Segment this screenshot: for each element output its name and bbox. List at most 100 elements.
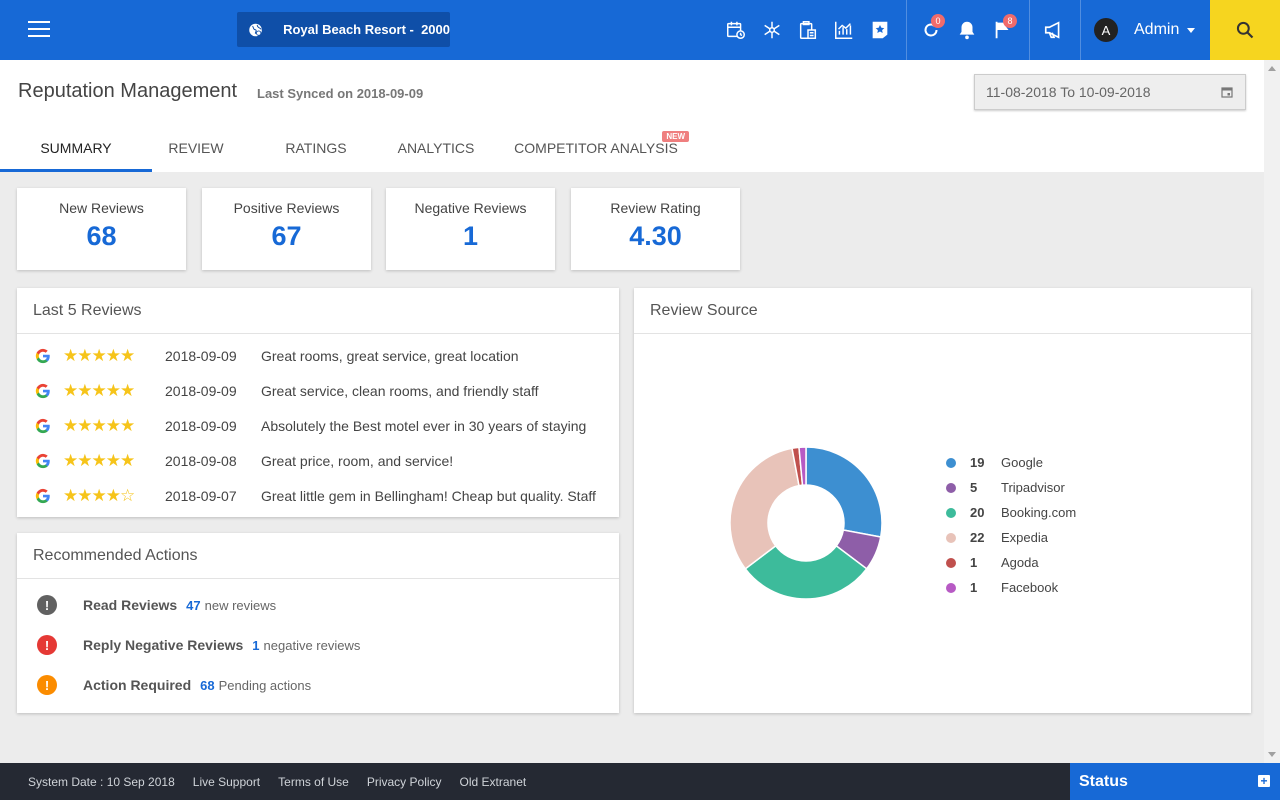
- scroll-up-arrow[interactable]: [1268, 66, 1276, 71]
- legend-value: 5: [970, 480, 978, 495]
- action-count: 47: [186, 597, 201, 613]
- legend-label: Tripadvisor: [1001, 480, 1065, 495]
- old-extranet-link[interactable]: Old Extranet: [460, 775, 527, 789]
- system-date: System Date : 10 Sep 2018: [28, 774, 175, 789]
- plus-icon: +: [1258, 775, 1270, 787]
- last-synced: Last Synced on 2018-09-09: [257, 86, 424, 101]
- stat-card-review-rating: Review Rating 4.30: [571, 188, 740, 270]
- legend-dot: [946, 532, 956, 543]
- action-row-reply-negative: ! Reply Negative Reviews 1 negative revi…: [17, 625, 617, 665]
- review-row[interactable]: ★★★★☆ 2018-09-07 Great little gem in Bel…: [17, 478, 617, 513]
- review-row[interactable]: ★★★★★ 2018-09-08 Great price, room, and …: [17, 443, 617, 478]
- google-icon: [35, 418, 50, 433]
- action-name[interactable]: Action Required: [83, 677, 191, 693]
- google-icon: [35, 348, 50, 363]
- review-row[interactable]: ★★★★★ 2018-09-09 Absolutely the Best mot…: [17, 408, 617, 443]
- google-icon: [35, 383, 50, 398]
- star-note-icon[interactable]: [862, 0, 898, 60]
- status-panel-toggle[interactable]: Status +: [1070, 763, 1280, 800]
- review-date: 2018-09-07: [165, 487, 237, 504]
- clipboard-icon[interactable]: [790, 0, 826, 60]
- star-rating: ★★★★★: [63, 450, 135, 470]
- tab-ratings[interactable]: RATINGS: [240, 124, 392, 172]
- divider: [1080, 0, 1081, 60]
- google-icon: [35, 488, 50, 503]
- live-support-link[interactable]: Live Support: [193, 775, 260, 789]
- globe-icon: [249, 23, 262, 36]
- action-row-action-required: ! Action Required 68 Pending actions: [17, 665, 617, 705]
- action-desc: negative reviews: [263, 637, 361, 653]
- stat-value: 67: [271, 221, 302, 251]
- review-date: 2018-09-09: [165, 382, 237, 399]
- action-name[interactable]: Reply Negative Reviews: [83, 637, 243, 653]
- alert-icon: !: [37, 675, 57, 695]
- stat-value: 1: [462, 221, 479, 251]
- tab-analytics[interactable]: ANALYTICS: [392, 124, 480, 172]
- legend-item-agoda[interactable]: 1 Agoda: [946, 550, 1076, 575]
- admin-name: Admin: [1134, 21, 1180, 38]
- scrollbar[interactable]: [1264, 60, 1280, 763]
- action-name[interactable]: Read Reviews: [83, 597, 177, 613]
- search-button[interactable]: [1210, 0, 1280, 60]
- star-rating: ★★★★☆: [63, 485, 135, 505]
- review-text: Great rooms, great service, great locati…: [261, 347, 519, 364]
- legend-label: Facebook: [1001, 580, 1059, 595]
- network-icon[interactable]: [754, 0, 790, 60]
- review-row[interactable]: ★★★★★ 2018-09-09 Great service, clean ro…: [17, 373, 617, 408]
- legend-item-tripadvisor[interactable]: 5 Tripadvisor: [946, 475, 1076, 500]
- menu-icon[interactable]: [28, 21, 50, 39]
- legend-value: 1: [970, 580, 978, 595]
- stat-card-negative-reviews: Negative Reviews 1: [386, 188, 555, 270]
- legend-item-facebook[interactable]: 1 Facebook: [946, 575, 1076, 600]
- action-desc: new reviews: [204, 597, 277, 613]
- date-range-value: 11-08-2018 To 10-09-2018: [986, 84, 1151, 100]
- legend-item-booking-com[interactable]: 20 Booking.com: [946, 500, 1076, 525]
- tab-bar: SUMMARY REVIEW RATINGS ANALYTICS COMPETI…: [0, 124, 712, 172]
- alert-icon: !: [37, 595, 57, 615]
- bell-icon[interactable]: [949, 0, 985, 60]
- review-row[interactable]: ★★★★★ 2018-09-09 Great rooms, great serv…: [17, 338, 617, 373]
- star-rating: ★★★★★: [63, 415, 135, 435]
- legend-item-google[interactable]: 19 Google: [946, 450, 1076, 475]
- top-bar: Royal Beach Resort - 2000 0 8 A Admin: [0, 0, 1280, 60]
- review-text: Great little gem in Bellingham! Cheap bu…: [261, 487, 596, 504]
- tab-review[interactable]: REVIEW: [152, 124, 240, 172]
- flag-icon[interactable]: 8: [985, 0, 1021, 60]
- property-name: Royal Beach Resort - 2000: [283, 22, 450, 37]
- chevron-down-icon: [1187, 27, 1196, 33]
- calendar-clock-icon[interactable]: [718, 0, 754, 60]
- donut-slice-expedia[interactable]: [729, 447, 800, 570]
- chart-icon[interactable]: [826, 0, 862, 60]
- legend-dot: [946, 582, 956, 593]
- admin-menu[interactable]: A Admin: [1094, 0, 1196, 60]
- date-range-input[interactable]: 11-08-2018 To 10-09-2018: [974, 74, 1246, 110]
- tab-competitor-analysis[interactable]: COMPETITOR ANALYSIS NEW: [480, 124, 712, 172]
- legend-label: Expedia: [1001, 530, 1048, 545]
- review-source-donut-chart: [729, 446, 883, 600]
- property-selector[interactable]: Royal Beach Resort - 2000: [237, 12, 450, 47]
- megaphone-icon[interactable]: [1036, 0, 1072, 60]
- new-badge: NEW: [662, 131, 689, 142]
- terms-link[interactable]: Terms of Use: [278, 775, 349, 789]
- stat-label: Positive Reviews: [233, 200, 340, 216]
- legend-item-expedia[interactable]: 22 Expedia: [946, 525, 1076, 550]
- refresh-badge: 0: [931, 14, 945, 28]
- alert-icon: !: [37, 635, 57, 655]
- refresh-icon[interactable]: 0: [913, 0, 949, 60]
- privacy-link[interactable]: Privacy Policy: [367, 775, 442, 789]
- scroll-down-arrow[interactable]: [1268, 752, 1276, 757]
- status-label: Status: [1079, 772, 1128, 790]
- panel-title: Recommended Actions: [17, 533, 619, 579]
- legend-dot: [946, 507, 956, 518]
- legend-label: Google: [1001, 455, 1043, 470]
- tab-summary[interactable]: SUMMARY: [0, 124, 152, 172]
- review-date: 2018-09-08: [165, 452, 237, 469]
- legend-value: 19: [970, 455, 985, 470]
- review-text: Absolutely the Best motel ever in 30 yea…: [261, 417, 587, 434]
- search-icon: [1236, 21, 1254, 39]
- review-date: 2018-09-09: [165, 347, 237, 364]
- donut-slice-google[interactable]: [805, 446, 883, 538]
- legend-label: Booking.com: [1001, 505, 1077, 520]
- stat-label: Review Rating: [610, 200, 701, 216]
- legend-dot: [946, 457, 956, 468]
